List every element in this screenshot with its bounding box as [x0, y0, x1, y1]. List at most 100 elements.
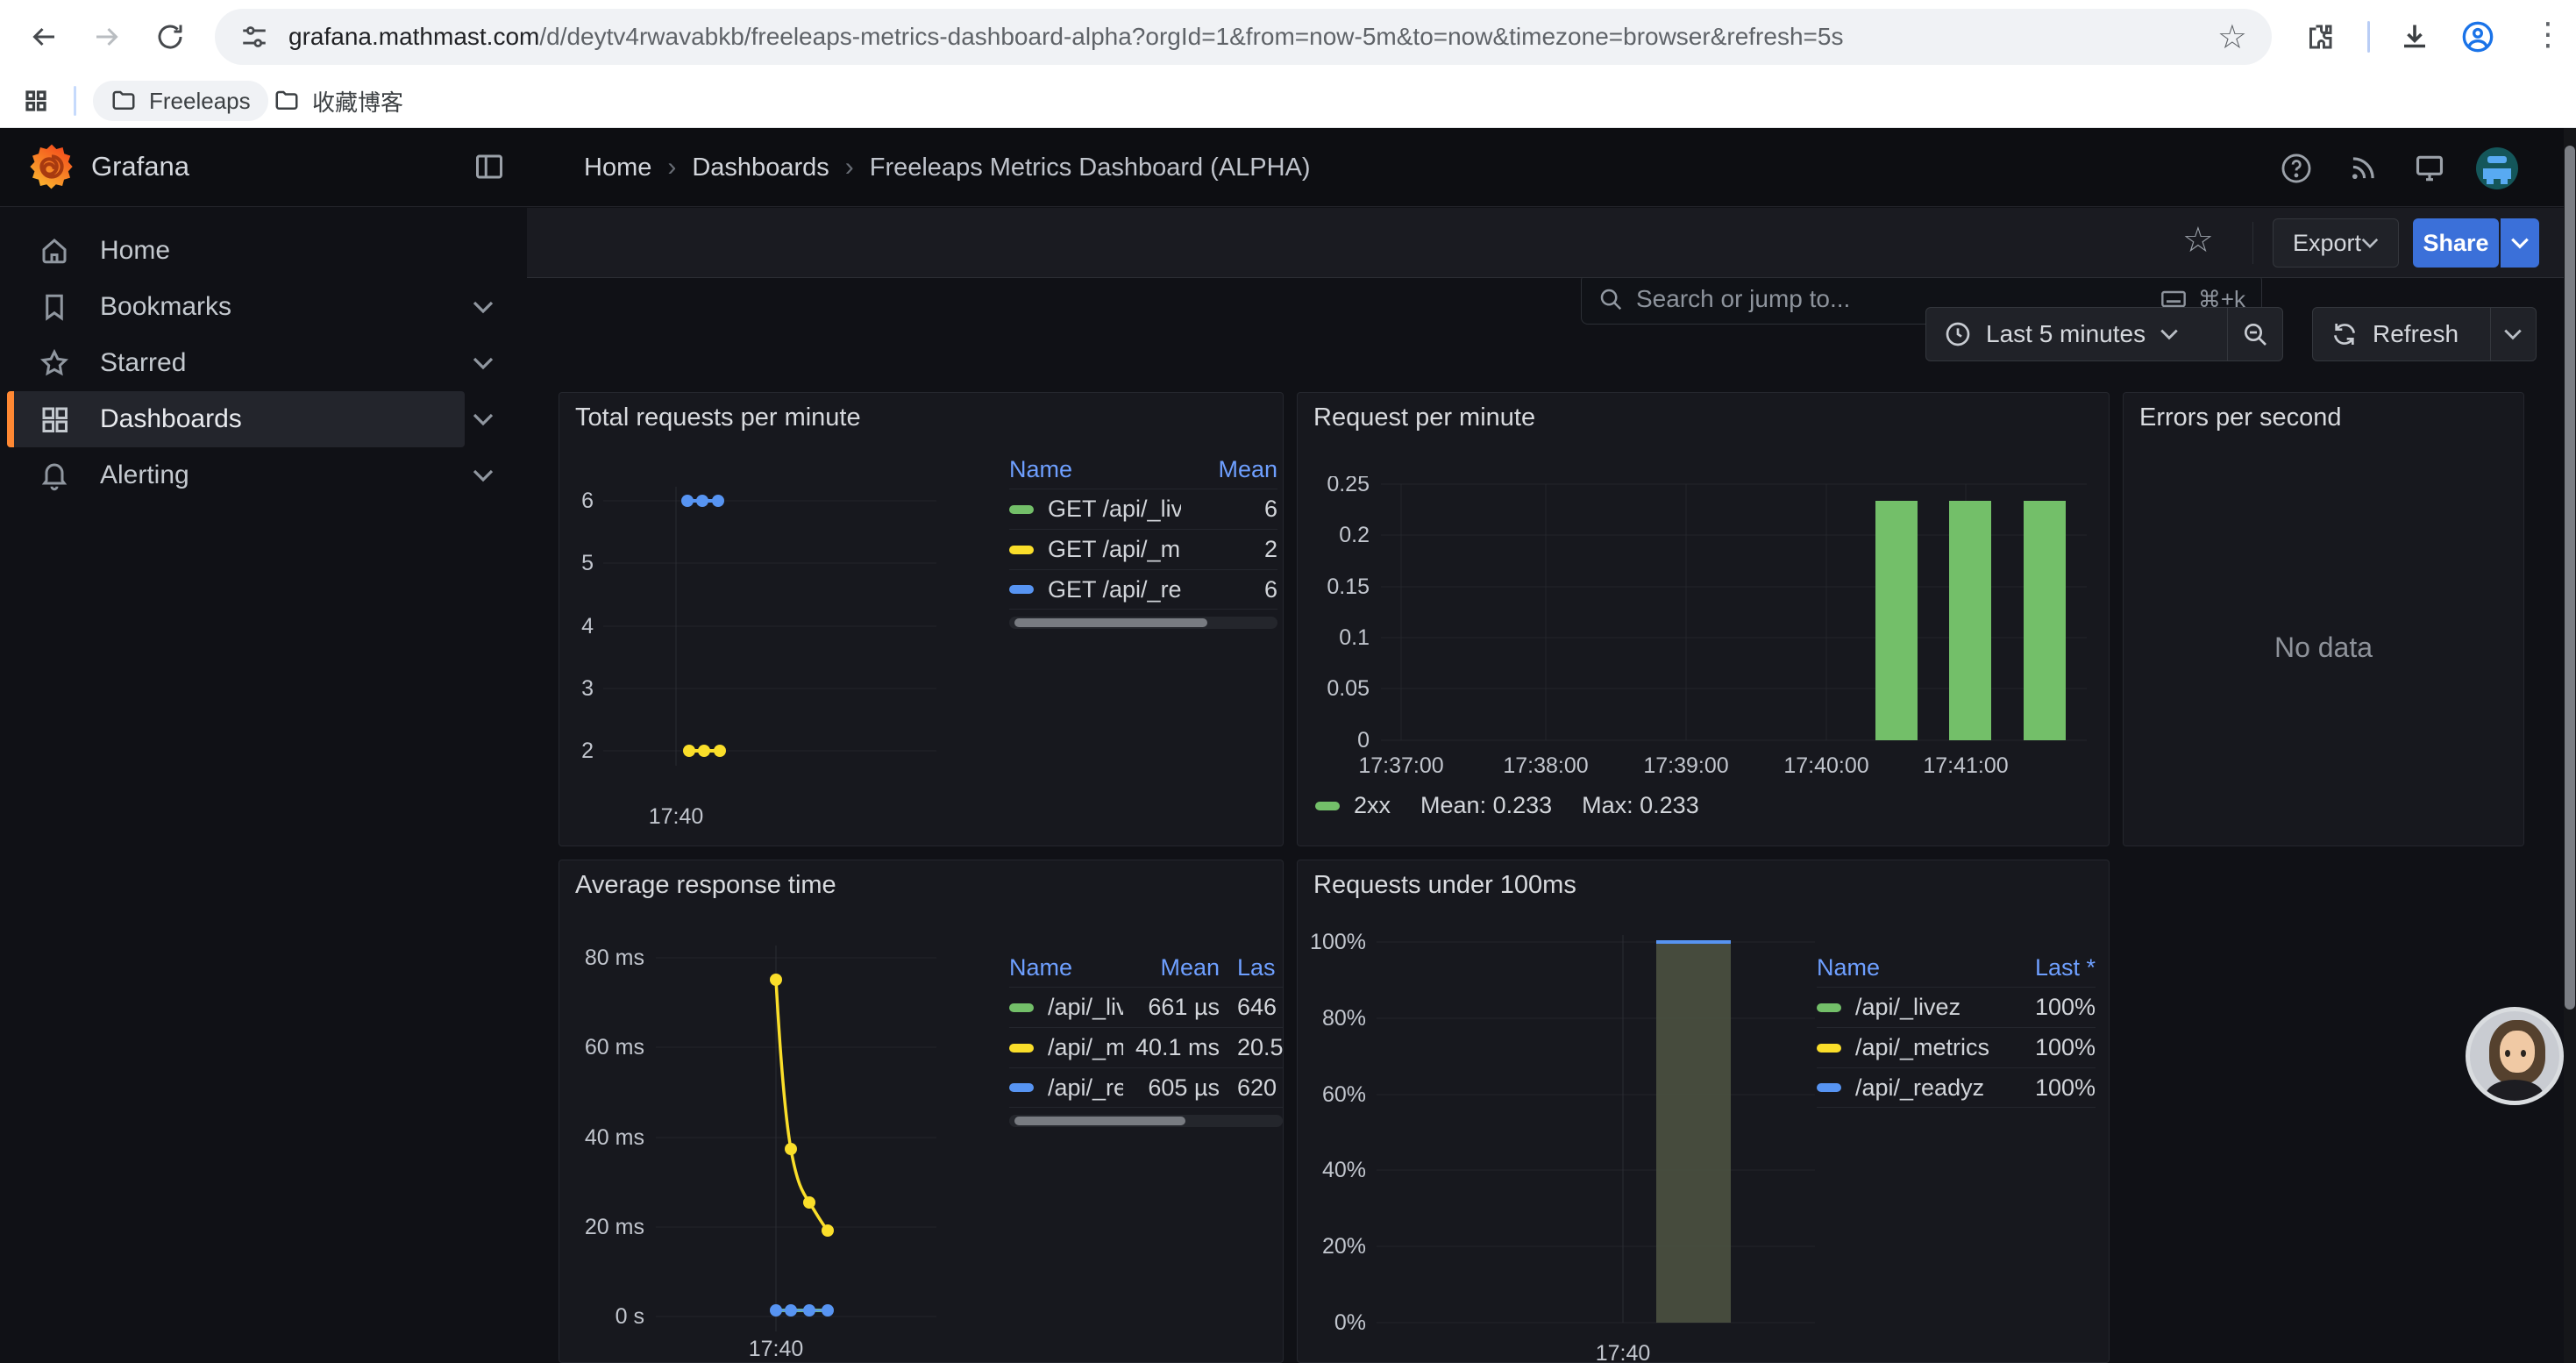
apps-grid-icon[interactable] [23, 88, 49, 114]
legend-row[interactable]: /api/_livez 661 µs 646 [1009, 987, 1283, 1027]
avg-response-chart: 80 ms 60 ms 40 ms 20 ms 0 s 17:40 [564, 935, 967, 1363]
panel-title: Total requests per minute [575, 403, 861, 432]
chevron-down-icon [2160, 328, 2179, 340]
export-button[interactable]: Export [2273, 218, 2399, 268]
share-button[interactable]: Share [2413, 218, 2499, 268]
kiosk-monitor-icon[interactable] [2413, 152, 2446, 185]
bookmark-star-icon[interactable]: ☆ [2217, 18, 2247, 57]
series-color-pill [1817, 1003, 1841, 1012]
toolbar-divider [2367, 21, 2370, 53]
request-per-minute-chart: 0.25 0.2 0.15 0.1 0.05 0 17:37:00 17:38:… [1306, 476, 2100, 779]
legend-header-mean[interactable]: Mean [1181, 456, 1277, 483]
floating-assistant-avatar[interactable] [2466, 1007, 2564, 1105]
url-bar[interactable]: grafana.mathmast.com/d/deytv4rwavabkb/fr… [215, 9, 2272, 65]
svg-text:40%: 40% [1322, 1158, 1366, 1182]
panel-title: Requests under 100ms [1313, 871, 1576, 900]
sidebar-item-alerting[interactable]: Alerting [0, 447, 526, 503]
chevron-down-icon[interactable] [472, 412, 495, 426]
panel-request-per-minute[interactable]: Request per minute 0.25 0.2 0.15 0.1 0.0… [1297, 392, 2110, 846]
extensions-puzzle-icon[interactable] [2304, 21, 2336, 53]
forward-icon[interactable] [91, 21, 123, 53]
panel-total-requests[interactable]: Total requests per minute 6 5 4 3 2 17:4… [559, 392, 1284, 846]
series-mean: 6 [1181, 496, 1277, 523]
chevron-down-icon[interactable] [472, 468, 495, 482]
url-text[interactable]: grafana.mathmast.com/d/deytv4rwavabkb/fr… [288, 23, 2217, 51]
total-requests-chart: 6 5 4 3 2 17:40 [564, 476, 967, 836]
bookmark-folder-blogs[interactable]: 收藏博客 [274, 81, 403, 121]
legend-header-name[interactable]: Name [1009, 456, 1181, 483]
legend-header-name[interactable]: Name [1817, 954, 1999, 981]
panel-requests-under-100ms[interactable]: Requests under 100ms 100% 80% 60% 40% 20… [1297, 860, 2110, 1363]
series-last: 100% [1999, 1034, 2096, 1061]
time-range-picker[interactable]: Last 5 minutes [1926, 320, 2227, 348]
series-color-pill [1009, 1044, 1034, 1053]
legend-header-name[interactable]: Name [1009, 954, 1123, 981]
reload-icon[interactable] [154, 21, 186, 53]
back-icon[interactable] [28, 21, 60, 53]
legend-header-last[interactable]: Las [1220, 954, 1283, 981]
kebab-menu-icon[interactable]: ⋮ [2532, 16, 2564, 53]
panel-avg-response-time[interactable]: Average response time 80 ms 60 ms 40 ms … [559, 860, 1284, 1363]
series-color-pill [1009, 1083, 1034, 1092]
chevron-down-icon[interactable] [472, 300, 495, 314]
page-scrollbar[interactable] [2564, 128, 2576, 1363]
chevron-down-icon [2361, 237, 2379, 249]
legend-row[interactable]: /api/_readyz 100% [1817, 1067, 2096, 1108]
sidebar-item-label: Home [100, 236, 170, 266]
breadcrumb-home[interactable]: Home [584, 153, 651, 182]
legend-scrollbar[interactable] [1009, 617, 1277, 629]
legend-row[interactable]: /api/_livez 100% [1817, 987, 2096, 1027]
grafana-logo[interactable] [26, 140, 77, 193]
breadcrumb-sep-icon: › [667, 153, 676, 182]
refresh-interval-button[interactable] [2491, 328, 2536, 340]
series-last: 100% [1999, 1074, 2096, 1102]
under-100ms-chart: 100% 80% 60% 40% 20% 0% 17:40 [1306, 926, 1850, 1363]
favorite-star-icon[interactable]: ☆ [2182, 220, 2214, 260]
site-settings-icon[interactable] [239, 22, 269, 52]
breadcrumb-dashboards[interactable]: Dashboards [692, 153, 829, 182]
chevron-down-icon[interactable] [472, 356, 495, 370]
svg-text:80%: 80% [1322, 1006, 1366, 1031]
legend-row[interactable]: /api/_metrics 100% [1817, 1027, 2096, 1067]
svg-text:60%: 60% [1322, 1082, 1366, 1107]
legend-header-mean[interactable]: Mean [1123, 954, 1220, 981]
refresh-button[interactable]: Refresh [2313, 320, 2490, 348]
svg-text:6: 6 [581, 489, 594, 513]
actions-divider [2252, 222, 2253, 264]
series-name[interactable]: 2xx [1354, 792, 1391, 819]
news-rss-icon[interactable] [2346, 152, 2380, 185]
svg-text:100%: 100% [1310, 930, 1366, 954]
bookmarks-divider [74, 86, 76, 116]
panel-title: Request per minute [1313, 403, 1535, 432]
sidebar-item-dashboards[interactable]: Dashboards [0, 391, 526, 447]
legend-row[interactable]: GET /api/_readyz 6 [1009, 569, 1277, 610]
legend-row[interactable]: /api/_readyz 605 µs 620 [1009, 1067, 1283, 1108]
panel-errors-per-second[interactable]: Errors per second No data [2123, 392, 2524, 846]
download-icon[interactable] [2399, 21, 2430, 53]
zoom-out-icon [2241, 320, 2269, 348]
share-menu-button[interactable] [2501, 218, 2539, 268]
sidebar-item-home[interactable]: Home [0, 223, 526, 279]
zoom-out-button[interactable] [2228, 320, 2282, 348]
sidebar-item-starred[interactable]: Starred [0, 335, 526, 391]
svg-text:0 s: 0 s [616, 1304, 644, 1329]
series-color-pill [1009, 505, 1034, 514]
grafana-top-nav: Grafana Home › Dashboards › Freeleaps Me… [0, 128, 2576, 207]
breadcrumb-sep-icon: › [845, 153, 854, 182]
series-name: /api/_metrics [1855, 1034, 1999, 1061]
legend-row[interactable]: GET /api/_livez 6 [1009, 489, 1277, 529]
dock-sidebar-icon[interactable] [473, 151, 505, 182]
profile-icon[interactable] [2460, 19, 2495, 54]
page-scrollbar-thumb[interactable] [2565, 146, 2575, 1010]
user-avatar[interactable] [2476, 147, 2518, 189]
series-mean: Mean: 0.233 [1420, 792, 1552, 819]
legend-scrollbar[interactable] [1009, 1115, 1283, 1127]
bookmark-folder-freeleaps[interactable]: Freeleaps [93, 81, 268, 121]
sidebar-item-bookmarks[interactable]: Bookmarks [0, 279, 526, 335]
help-icon[interactable] [2280, 152, 2313, 185]
legend-row[interactable]: GET /api/_metrics 2 [1009, 529, 1277, 569]
svg-text:4: 4 [581, 614, 594, 639]
legend-header-last[interactable]: Last * [1999, 954, 2096, 981]
svg-text:17:37:00: 17:37:00 [1358, 753, 1443, 778]
legend-row[interactable]: /api/_metrics 40.1 ms 20.5 m [1009, 1027, 1283, 1067]
